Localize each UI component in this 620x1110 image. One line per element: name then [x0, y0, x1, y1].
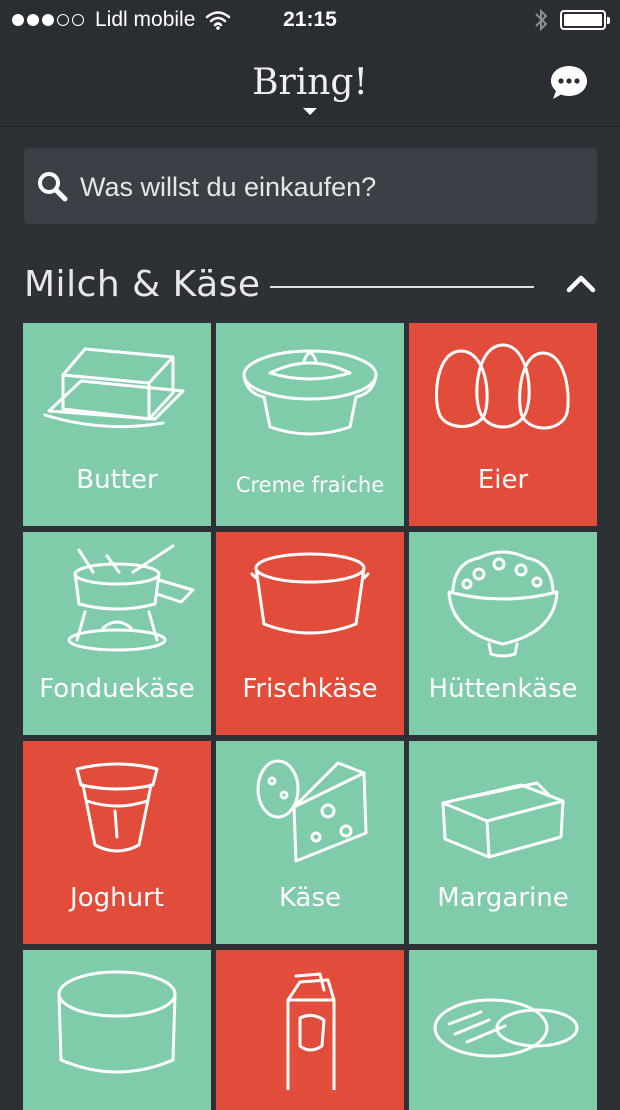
mozzarella-icon [433, 998, 579, 1058]
item-tile-butter[interactable]: Butter [23, 323, 211, 526]
item-label: Joghurt [70, 883, 164, 913]
search-icon [38, 172, 68, 202]
item-label: Butter [76, 465, 158, 495]
item-tile-huettenkaese[interactable]: Hüttenkäse [409, 532, 597, 735]
milk-carton-icon [286, 972, 336, 1090]
item-label: Eier [477, 465, 529, 495]
item-label: Margarine [437, 883, 569, 913]
nav-bar: Bring! [0, 40, 620, 127]
tub-icon [57, 970, 177, 1074]
item-tile-milk[interactable] [216, 950, 404, 1110]
battery-icon [560, 10, 610, 30]
section-title: Milch & Käse [24, 264, 261, 305]
margarine-icon [441, 781, 565, 859]
eggs-icon [435, 343, 570, 430]
item-label: Frischkäse [242, 674, 378, 704]
item-tile-joghurt[interactable]: Joghurt [23, 741, 211, 944]
cheese-icon [256, 759, 368, 863]
section-divider [270, 286, 534, 288]
cream-cheese-tub-icon [250, 552, 370, 635]
chevron-up-icon[interactable] [565, 272, 597, 296]
fondue-icon [67, 544, 195, 652]
item-tile-mozzarella[interactable] [409, 950, 597, 1110]
item-tile-tub[interactable] [23, 950, 211, 1110]
item-label: Creme fraiche [235, 473, 385, 497]
item-label: Hüttenkäse [428, 674, 578, 704]
list-title-button[interactable]: Bring! [0, 62, 620, 103]
item-label: Käse [278, 883, 342, 913]
search-box[interactable] [24, 148, 597, 226]
item-tile-creme-fraiche[interactable]: Creme fraiche [216, 323, 404, 526]
clock: 21:15 [283, 8, 337, 31]
search-input[interactable] [78, 148, 582, 226]
item-tile-eier[interactable]: Eier [409, 323, 597, 526]
caret-down-icon[interactable] [303, 108, 317, 115]
section-header[interactable]: Milch & Käse [24, 258, 597, 314]
creme-fraiche-icon [242, 349, 378, 436]
butter-icon [43, 347, 185, 429]
item-tile-fonduekaese[interactable]: Fonduekäse [23, 532, 211, 735]
item-tile-margarine[interactable]: Margarine [409, 741, 597, 944]
status-bar: Lidl mobile 21:15 [0, 0, 620, 40]
cottage-cheese-bowl-icon [447, 550, 559, 658]
bluetooth-icon [535, 8, 548, 32]
item-tile-kaese[interactable]: Käse [216, 741, 404, 944]
chat-bubble-icon[interactable] [548, 62, 590, 104]
item-tile-frischkaese[interactable]: Frischkäse [216, 532, 404, 735]
item-label: Fonduekäse [39, 674, 195, 704]
yogurt-cup-icon [75, 762, 159, 853]
